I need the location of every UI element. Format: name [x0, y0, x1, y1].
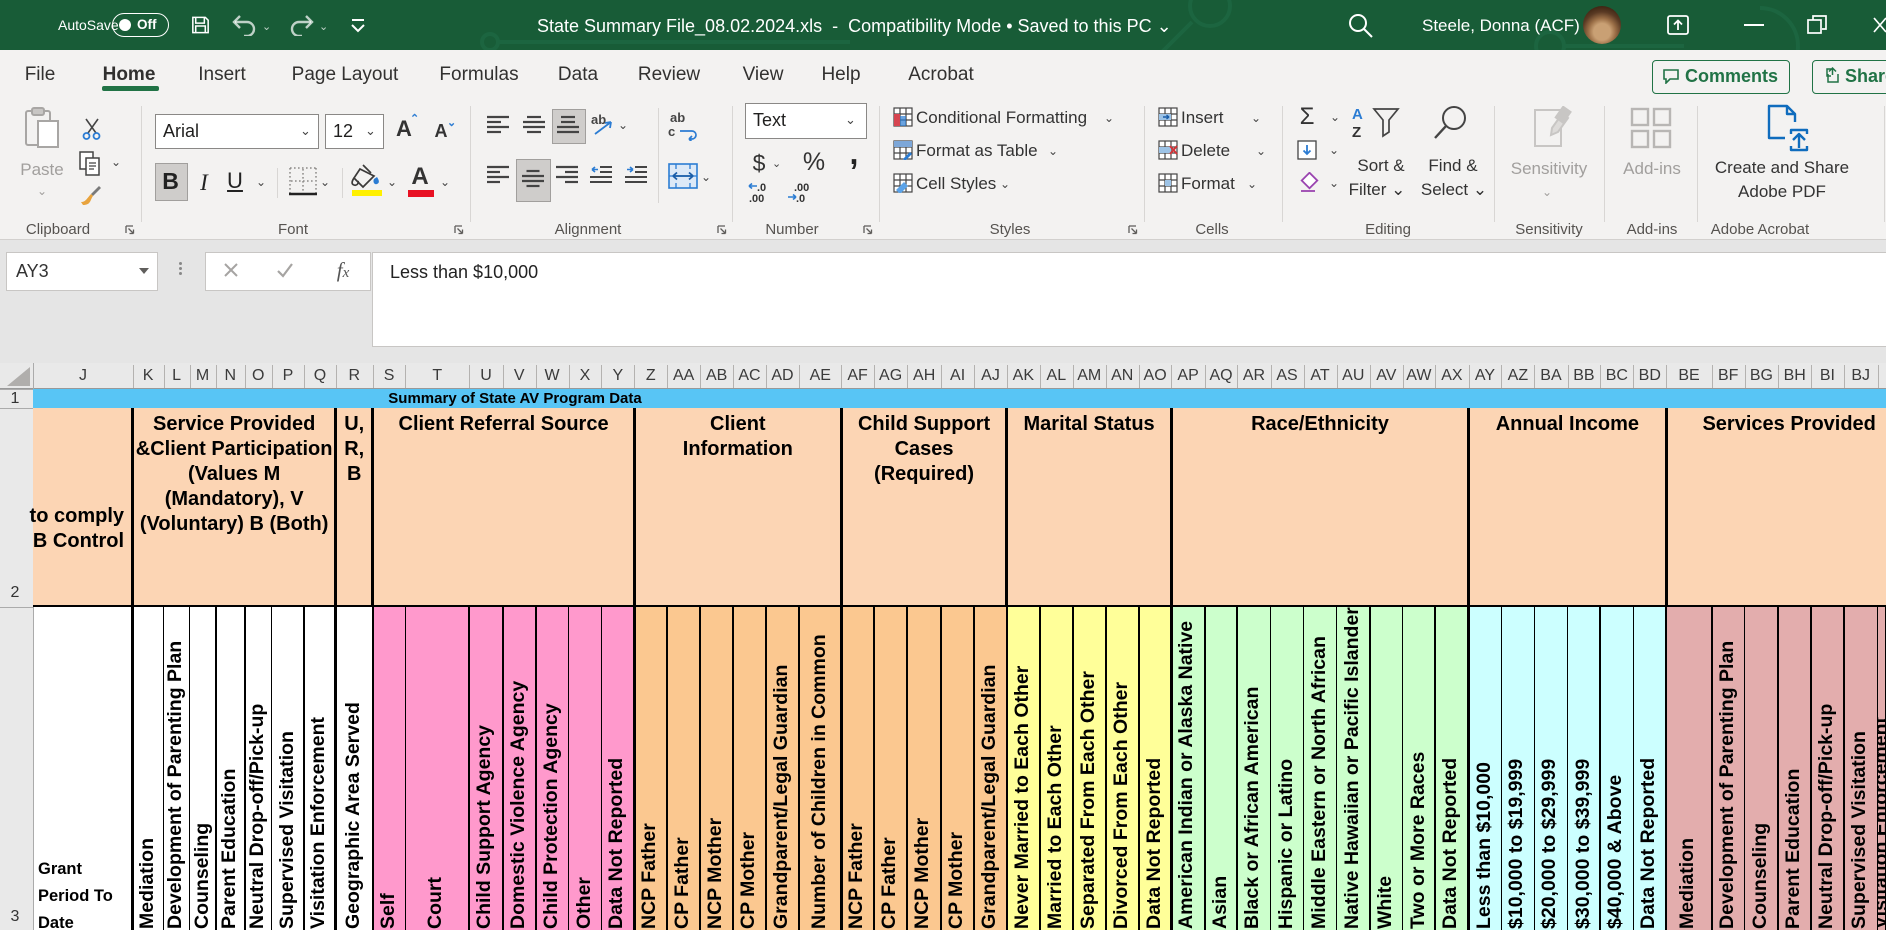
- svg-text:.00: .00: [749, 193, 764, 203]
- svg-text:Z: Z: [1352, 124, 1361, 141]
- svg-text:A: A: [1352, 106, 1363, 123]
- svg-text:.0: .0: [796, 193, 805, 203]
- svg-text:ab: ab: [591, 112, 606, 127]
- svg-text:c: c: [668, 124, 675, 139]
- svg-text:ab: ab: [670, 111, 685, 125]
